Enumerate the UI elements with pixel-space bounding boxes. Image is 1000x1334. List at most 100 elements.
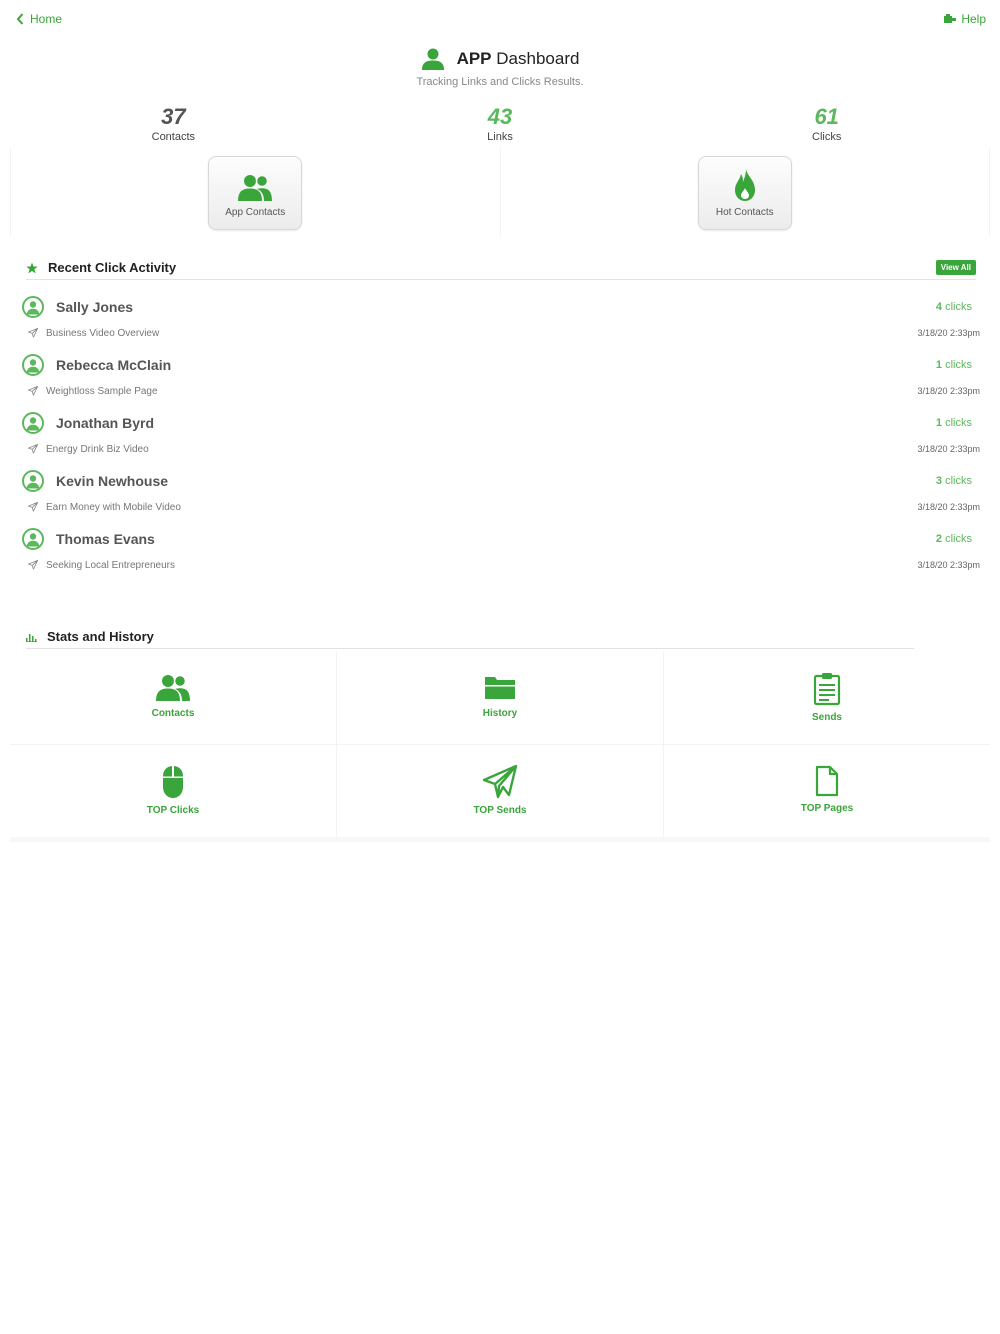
paper-plane-icon (28, 444, 38, 454)
click-timestamp: 3/18/20 2:33pm (917, 560, 980, 570)
action-cell: App Contacts (11, 148, 500, 236)
page-name: Business Video Overview (46, 327, 160, 339)
paper-plane-icon (28, 328, 38, 338)
user-icon (421, 48, 444, 70)
page-title: APP Dashboard (457, 49, 580, 69)
file-icon (815, 765, 839, 797)
stats-history-title: Stats and History (47, 629, 154, 644)
help-label: Help (961, 12, 986, 26)
users-icon (156, 674, 190, 701)
top-nav: Home Help (0, 10, 1000, 30)
list-item[interactable]: Thomas Evans 2 clicks Seeking Local Entr… (22, 524, 982, 582)
list-item[interactable]: Kevin Newhouse 3 clicks Earn Money with … (22, 466, 982, 524)
tile-label: TOP Sends (473, 805, 527, 816)
counter-value: 37 (161, 104, 186, 129)
contact-name[interactable]: Sally Jones (56, 299, 133, 315)
page-name: Weightloss Sample Page (46, 385, 158, 397)
star-icon (26, 262, 38, 273)
click-count-label: clicks (945, 417, 972, 429)
tile-top-clicks[interactable]: TOP Clicks (10, 745, 336, 837)
bar-chart-icon (26, 633, 37, 642)
tile-sends[interactable]: Sends (664, 652, 990, 744)
counter-links: 43 Links (337, 104, 664, 143)
paper-plane-icon (28, 386, 38, 396)
tile-label: Contacts (151, 708, 195, 719)
flame-icon (734, 169, 755, 201)
users-icon (238, 174, 273, 201)
mouse-icon (163, 766, 183, 798)
page-title-bold: APP (456, 49, 492, 68)
summary-counters: 37 Contacts 43 Links 61 Clicks (10, 104, 990, 143)
tile-label: History (482, 708, 518, 719)
click-count: 2 clicks (936, 533, 972, 545)
page-name: Energy Drink Biz Video (46, 443, 149, 455)
click-count-label: clicks (945, 533, 972, 545)
click-timestamp: 3/18/20 2:33pm (917, 444, 980, 454)
counter-label: Clicks (812, 131, 842, 143)
paper-plane-icon (28, 502, 38, 512)
stats-history-grid: Contacts History Sends TOP Clicks TOP Se… (10, 652, 990, 842)
contact-name[interactable]: Jonathan Byrd (56, 415, 154, 431)
click-count-value: 4 (935, 301, 943, 313)
action-cell: Hot Contacts (499, 148, 990, 236)
list-item[interactable]: Jonathan Byrd 1 clicks Energy Drink Biz … (22, 408, 982, 466)
counter-label: Contacts (151, 131, 196, 143)
recent-activity-list: Sally Jones 4 clicks Business Video Over… (22, 292, 982, 582)
recent-activity-title: Recent Click Activity (48, 260, 177, 275)
click-timestamp: 3/18/20 2:33pm (917, 502, 980, 512)
page-header: APP Dashboard Tracking Links and Clicks … (0, 44, 1000, 88)
folder-icon (485, 677, 515, 699)
counter-value: 61 (814, 104, 839, 129)
hot-contacts-button[interactable]: Hot Contacts (697, 156, 792, 230)
clipboard-icon (813, 673, 841, 706)
help-icon (944, 14, 957, 23)
counter-clicks: 61 Clicks (663, 104, 990, 143)
contact-name[interactable]: Thomas Evans (56, 531, 155, 547)
paper-plane-icon (28, 560, 38, 570)
click-count: 4 clicks (936, 301, 972, 313)
app-contacts-button[interactable]: App Contacts (208, 156, 303, 230)
contact-name[interactable]: Rebecca McClain (56, 357, 171, 373)
page-name: Seeking Local Entrepreneurs (46, 559, 175, 571)
counter-contacts: 37 Contacts (10, 104, 337, 143)
click-count-label: clicks (945, 359, 972, 371)
tile-top-sends[interactable]: TOP Sends (337, 745, 663, 837)
back-home-link[interactable]: Home (16, 12, 62, 26)
avatar-icon (22, 528, 44, 550)
avatar-icon (22, 354, 44, 376)
tile-top-pages[interactable]: TOP Pages (664, 745, 990, 837)
app-contacts-label: App Contacts (225, 207, 286, 218)
list-item[interactable]: Sally Jones 4 clicks Business Video Over… (22, 292, 982, 350)
click-count-value: 1 (935, 359, 943, 371)
tile-history[interactable]: History (337, 652, 663, 744)
click-count-value: 1 (935, 417, 943, 429)
click-count: 3 clicks (936, 475, 972, 487)
list-item[interactable]: Rebecca McClain 1 clicks Weightloss Samp… (22, 350, 982, 408)
hot-contacts-label: Hot Contacts (715, 207, 774, 218)
click-count: 1 clicks (936, 359, 972, 371)
avatar-icon (22, 470, 44, 492)
help-link[interactable]: Help (944, 12, 986, 26)
view-all-button[interactable]: View All (935, 260, 976, 275)
chevron-left-icon (16, 13, 24, 25)
quick-actions: App Contacts Hot Contacts (10, 148, 990, 236)
tile-label: Sends (811, 712, 842, 723)
contact-name[interactable]: Kevin Newhouse (56, 473, 168, 489)
stats-history-header: Stats and History (26, 625, 914, 649)
tile-contacts[interactable]: Contacts (10, 652, 336, 744)
click-timestamp: 3/18/20 2:33pm (917, 328, 980, 338)
click-count-label: clicks (945, 301, 972, 313)
page-subtitle: Tracking Links and Clicks Results. (416, 76, 584, 88)
page-name: Earn Money with Mobile Video (46, 501, 181, 513)
page-title-rest: Dashboard (496, 49, 580, 68)
click-count-value: 2 (935, 533, 943, 545)
paper-plane-icon (482, 765, 518, 799)
avatar-icon (22, 296, 44, 318)
click-count-label: clicks (945, 475, 972, 487)
back-home-label: Home (30, 12, 63, 26)
avatar-icon (22, 412, 44, 434)
counter-value: 43 (487, 104, 513, 129)
click-count-value: 3 (935, 475, 943, 487)
click-count: 1 clicks (936, 417, 972, 429)
counter-label: Links (487, 131, 513, 143)
